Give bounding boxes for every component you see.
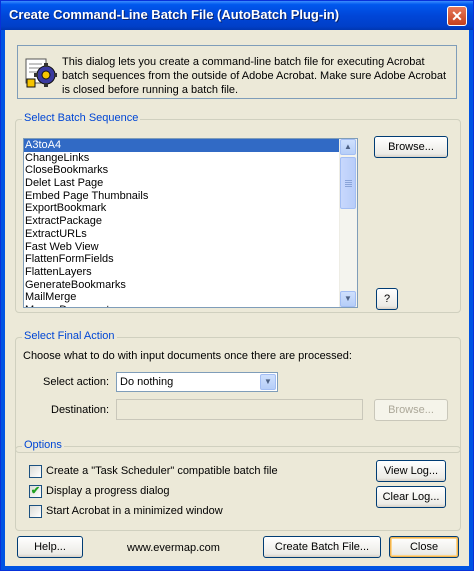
select-action-dropdown[interactable]: Do nothing ▼	[116, 372, 278, 392]
list-item[interactable]: Delet Last Page	[24, 177, 340, 190]
batch-sequence-list[interactable]: A3toA4 ChangeLinks CloseBookmarks Delet Las…	[23, 138, 358, 308]
list-item[interactable]: GenerateBookmarks	[24, 279, 340, 292]
batch-sequence-items: A3toA4 ChangeLinks CloseBookmarks Delet Las…	[24, 139, 340, 307]
destination-field[interactable]	[116, 399, 363, 420]
final-action-group: Select Final Action Choose what to do wi…	[15, 330, 461, 453]
progress-dialog-label[interactable]: Display a progress dialog	[46, 485, 170, 497]
minimized-window-label[interactable]: Start Acrobat in a minimized window	[46, 505, 223, 517]
scroll-thumb[interactable]	[340, 157, 356, 209]
batch-gear-icon	[25, 58, 57, 88]
task-scheduler-label[interactable]: Create a "Task Scheduler" compatible bat…	[46, 465, 278, 477]
close-button[interactable]: Close	[389, 536, 459, 558]
info-text: This dialog lets you create a command-li…	[62, 56, 447, 96]
list-item[interactable]: Fast Web View	[24, 241, 340, 254]
website-link[interactable]: www.evermap.com	[127, 542, 220, 554]
list-item[interactable]: FlattenFormFields	[24, 253, 340, 266]
close-window-button[interactable]: ✕	[447, 6, 467, 26]
window-title: Create Command-Line Batch File (AutoBatc…	[9, 7, 340, 22]
list-item[interactable]: Merge Documents	[24, 304, 340, 307]
list-item[interactable]: FlattenLayers	[24, 266, 340, 279]
destination-browse-button[interactable]: Browse...	[374, 399, 448, 421]
batch-sequence-legend: Select Batch Sequence	[22, 112, 141, 124]
dialog-client-area: This dialog lets you create a command-li…	[5, 30, 469, 566]
progress-dialog-checkbox[interactable]: ✔	[29, 485, 42, 498]
task-scheduler-checkbox[interactable]	[29, 465, 42, 478]
clear-log-button[interactable]: Clear Log...	[376, 486, 446, 508]
minimized-window-checkbox[interactable]	[29, 505, 42, 518]
list-item[interactable]: ChangeLinks	[24, 152, 340, 165]
destination-label: Destination:	[51, 404, 110, 416]
select-action-label: Select action:	[43, 376, 110, 388]
view-log-button[interactable]: View Log...	[376, 460, 446, 482]
dialog-window: Create Command-Line Batch File (AutoBatc…	[0, 0, 474, 571]
select-action-value: Do nothing	[120, 376, 174, 388]
info-panel: This dialog lets you create a command-li…	[17, 45, 457, 99]
batch-help-button[interactable]: ?	[376, 288, 398, 310]
batch-sequence-group: Select Batch Sequence A3toA4 ChangeLinks C…	[15, 112, 461, 313]
scroll-down-icon[interactable]: ▼	[340, 291, 356, 307]
batch-browse-button[interactable]: Browse...	[374, 136, 448, 158]
list-item[interactable]: ExportBookmark	[24, 202, 340, 215]
list-item[interactable]: ExtractPackage	[24, 215, 340, 228]
options-group: Options Create a "Task Scheduler" compat…	[15, 439, 461, 531]
chevron-down-icon[interactable]: ▼	[260, 374, 276, 390]
title-bar[interactable]: Create Command-Line Batch File (AutoBatc…	[1, 1, 473, 30]
scroll-up-icon[interactable]: ▲	[340, 139, 356, 155]
list-item[interactable]: A3toA4	[24, 139, 340, 152]
final-action-legend: Select Final Action	[22, 330, 117, 342]
list-item[interactable]: MailMerge	[24, 291, 340, 304]
create-batch-file-button[interactable]: Create Batch File...	[263, 536, 381, 558]
options-legend: Options	[22, 439, 64, 451]
list-item[interactable]: Embed Page Thumbnails	[24, 190, 340, 203]
list-scrollbar[interactable]: ▲ ▼	[339, 139, 357, 307]
help-button[interactable]: Help...	[17, 536, 83, 558]
list-item[interactable]: CloseBookmarks	[24, 164, 340, 177]
final-action-prompt: Choose what to do with input documents o…	[23, 350, 352, 362]
list-item[interactable]: ExtractURLs	[24, 228, 340, 241]
